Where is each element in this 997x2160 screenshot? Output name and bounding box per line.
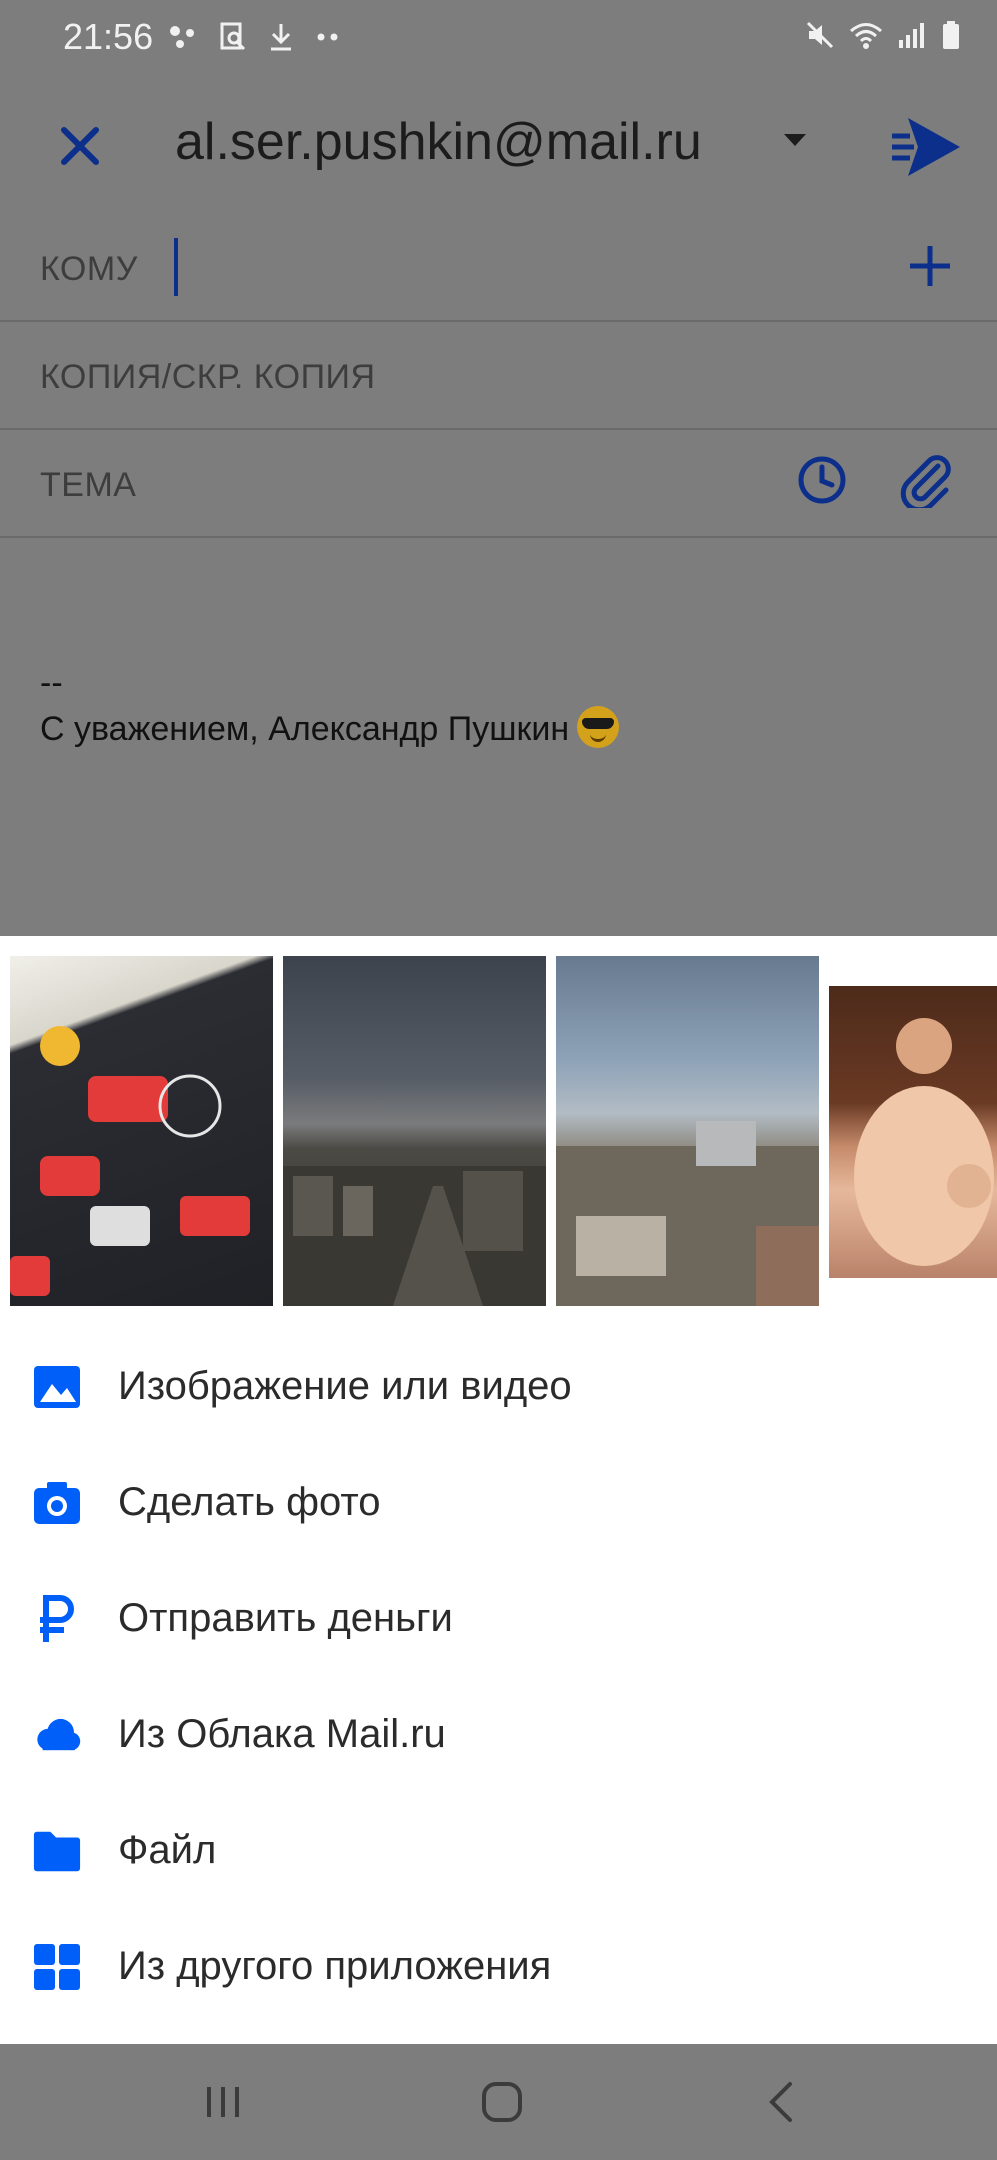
close-icon bbox=[61, 127, 99, 165]
compose-screen: 21:56 al.ser.pushkin@mail.ru КОМУ КОПИЯ/… bbox=[0, 0, 997, 936]
more-notifications-icon bbox=[317, 33, 338, 41]
photo-thumbnail[interactable] bbox=[829, 986, 997, 1278]
close-button[interactable] bbox=[50, 116, 110, 176]
folder-icon bbox=[32, 1826, 82, 1876]
ruble-icon bbox=[32, 1594, 82, 1644]
home-button[interactable] bbox=[467, 2072, 537, 2132]
system-navigation-bar bbox=[0, 2044, 997, 2160]
compose-toolbar: al.ser.pushkin@mail.ru bbox=[0, 92, 997, 202]
signal-icon bbox=[899, 23, 924, 48]
battery-icon bbox=[943, 21, 959, 49]
sender-dropdown-button[interactable] bbox=[782, 132, 808, 153]
photo-thumbnail[interactable] bbox=[10, 956, 273, 1306]
signature-separator: -- bbox=[40, 664, 63, 702]
camera-icon bbox=[32, 1478, 82, 1528]
status-time: 21:56 bbox=[63, 16, 154, 57]
subject-label: ТЕМА bbox=[40, 466, 137, 504]
mute-icon bbox=[806, 21, 834, 49]
photo-thumbnail[interactable] bbox=[283, 956, 546, 1306]
back-icon bbox=[769, 2082, 792, 2122]
paperclip-icon bbox=[900, 455, 951, 513]
option-label: Файл bbox=[118, 1828, 217, 1872]
download-icon bbox=[271, 24, 291, 51]
cloud-icon bbox=[32, 1710, 82, 1760]
plus-icon bbox=[910, 246, 950, 286]
signature-line: С уважением, Александр Пушкин bbox=[40, 706, 620, 752]
option-label: Из другого приложения bbox=[118, 1944, 552, 1988]
to-field[interactable]: КОМУ bbox=[0, 214, 997, 322]
recent-apps-button[interactable] bbox=[188, 2072, 258, 2132]
sunglasses-emoji-icon bbox=[577, 706, 620, 748]
add-recipient-button[interactable] bbox=[900, 236, 960, 301]
send-icon bbox=[892, 118, 960, 176]
status-notification-icons bbox=[168, 22, 340, 52]
clock-icon bbox=[798, 456, 846, 504]
search-doc-icon bbox=[220, 22, 246, 51]
option-label: Отправить деньги bbox=[118, 1596, 453, 1640]
attach-button[interactable] bbox=[898, 452, 954, 513]
option-other-app[interactable]: Из другого приложения bbox=[0, 1908, 997, 2024]
back-button[interactable] bbox=[746, 2072, 816, 2132]
text-caret bbox=[174, 238, 178, 296]
schedule-send-button[interactable] bbox=[796, 454, 848, 511]
status-system-icons bbox=[805, 20, 961, 50]
status-bar: 21:56 bbox=[0, 0, 997, 80]
wifi-icon bbox=[850, 23, 882, 49]
option-send-money[interactable]: Отправить деньги bbox=[0, 1560, 997, 1676]
message-body[interactable]: -- С уважением, Александр Пушкин bbox=[40, 660, 620, 752]
city-photo-icon bbox=[556, 1121, 819, 1306]
city-photo-icon bbox=[283, 1166, 546, 1306]
signature-text: С уважением, Александр Пушкин bbox=[40, 710, 570, 748]
image-icon bbox=[32, 1362, 82, 1412]
option-label: Изображение или видео bbox=[118, 1364, 572, 1408]
option-label: Сделать фото bbox=[118, 1480, 381, 1524]
dropdown-arrow-icon bbox=[784, 134, 806, 146]
send-button[interactable] bbox=[890, 114, 962, 185]
home-icon bbox=[482, 2082, 522, 2122]
option-file[interactable]: Файл bbox=[0, 1792, 997, 1908]
option-image-or-video[interactable]: Изображение или видео bbox=[0, 1328, 997, 1444]
cc-bcc-label: КОПИЯ/СКР. КОПИЯ bbox=[40, 358, 376, 396]
to-label: КОМУ bbox=[40, 250, 138, 288]
photo-thumbnail[interactable] bbox=[556, 956, 819, 1306]
recent-photos-strip[interactable] bbox=[0, 956, 997, 1306]
attachment-sheet: Изображение или видео Сделать фото Отпра… bbox=[0, 936, 997, 2044]
assistant-icon bbox=[170, 26, 194, 48]
cc-bcc-field[interactable]: КОПИЯ/СКР. КОПИЯ bbox=[0, 322, 997, 430]
option-from-cloud[interactable]: Из Облака Mail.ru bbox=[0, 1676, 997, 1792]
sender-email[interactable]: al.ser.pushkin@mail.ru bbox=[175, 112, 702, 172]
apps-grid-icon bbox=[32, 1942, 82, 1992]
portrait-photo-icon bbox=[854, 1018, 994, 1266]
subject-field[interactable]: ТЕМА bbox=[0, 430, 997, 538]
recent-apps-icon bbox=[207, 2087, 239, 2117]
option-label: Из Облака Mail.ru bbox=[118, 1712, 446, 1756]
stickers-photo-icon bbox=[10, 1026, 250, 1296]
option-take-photo[interactable]: Сделать фото bbox=[0, 1444, 997, 1560]
